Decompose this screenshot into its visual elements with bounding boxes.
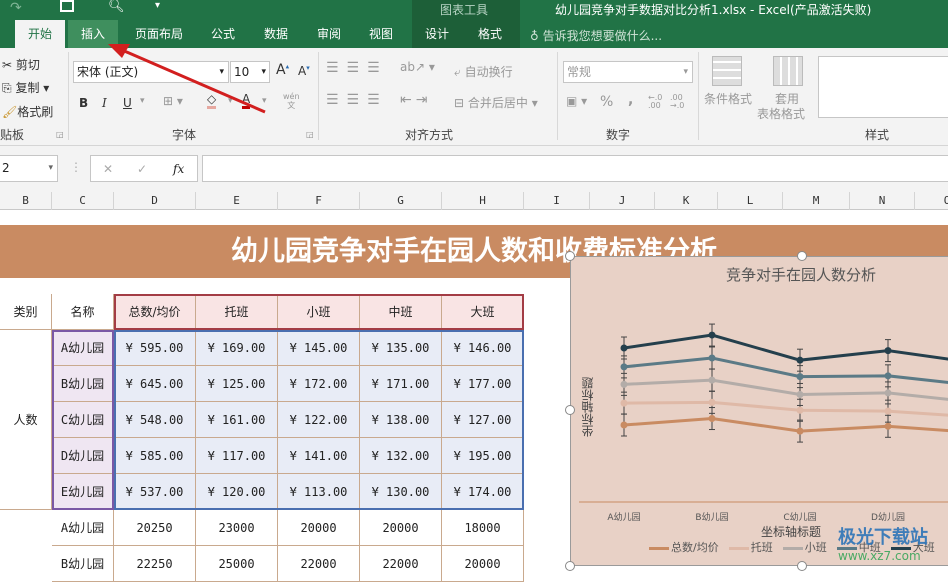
annotation-arrow: [108, 44, 266, 114]
